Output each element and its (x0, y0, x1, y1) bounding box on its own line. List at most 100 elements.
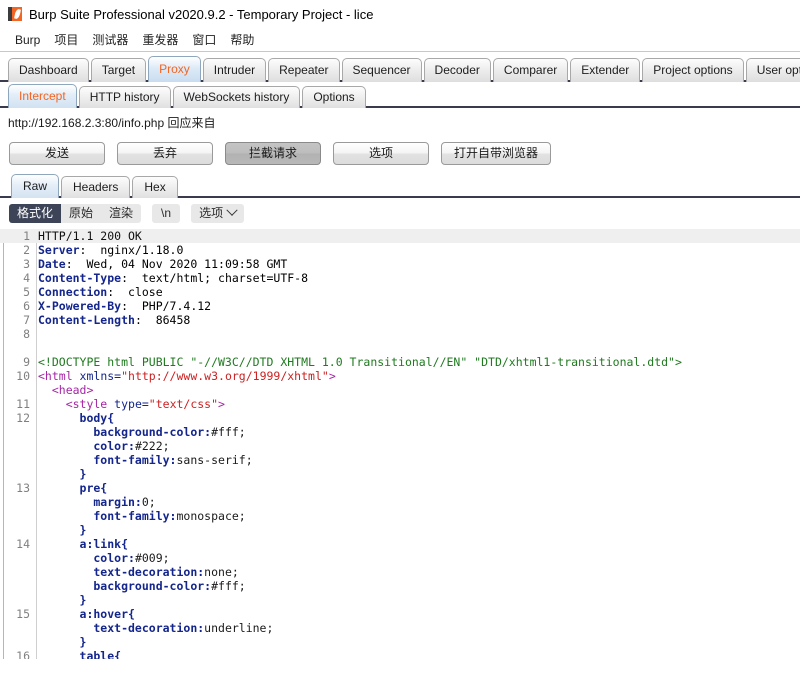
viewtab-raw[interactable]: Raw (11, 174, 60, 198)
line-number: 13 (16, 481, 30, 495)
menu-item-repeater[interactable]: 重发器 (135, 29, 185, 50)
line-number: 16 (16, 649, 30, 659)
viewtab-hex[interactable]: Hex (132, 176, 178, 198)
action-options-button[interactable]: 选项 (333, 141, 429, 165)
code-line-text: background-color:#fff; (38, 579, 246, 593)
format-raw-button[interactable]: 原始 (61, 203, 102, 223)
tab-user-options[interactable]: User options (745, 58, 800, 82)
code-line-text: Content-Length: 86458 (38, 313, 190, 327)
line-number: 11 (16, 397, 30, 411)
viewtab-headers[interactable]: Headers (61, 176, 131, 198)
code-line-text: <style type="text/css"> (38, 397, 225, 411)
title-bar: Burp Suite Professional v2020.9.2 - Temp… (0, 0, 800, 28)
code-line: margin:0; (0, 495, 800, 509)
code-line: 8 (0, 327, 800, 341)
code-line: 2 Server: nginx/1.18.0 (0, 243, 800, 257)
code-line: 7 Content-Length: 86458 (0, 313, 800, 327)
code-token: #fff; (211, 579, 246, 593)
tab-extender[interactable]: Extender (570, 58, 641, 82)
code-token: 0; (141, 495, 156, 509)
response-viewer[interactable]: 1 HTTP/1.1 200 OK 2 Server: nginx/1.18.0 3 Da… (0, 228, 800, 659)
forward-button[interactable]: 发送 (9, 141, 105, 165)
render-mode-group: 格式化 原始 渲染 (9, 203, 142, 223)
subtab-options[interactable]: Options (302, 86, 366, 108)
menu-bar: Burp 项目 测试器 重发器 窗口 帮助 (0, 28, 800, 52)
main-tab-bar: Dashboard Target Proxy Intruder Repeater… (0, 52, 800, 82)
code-token: : nginx/1.18.0 (79, 243, 184, 257)
code-line: 5 Connection: close (0, 285, 800, 299)
code-token: Date (38, 257, 66, 271)
code-token: "text/css" (148, 397, 219, 411)
format-pretty-button[interactable]: 格式化 (9, 203, 62, 223)
tab-repeater[interactable]: Repeater (268, 58, 340, 82)
code-line: 6 X-Powered-By: PHP/7.4.12 (0, 299, 800, 313)
viewer-options-dropdown[interactable]: 选项 (191, 203, 245, 223)
code-token: #009; (134, 551, 170, 565)
code-line: 15 a:hover{ (0, 607, 800, 621)
code-line: text-decoration:underline; (0, 621, 800, 635)
tab-intruder[interactable]: Intruder (202, 58, 267, 82)
menu-item-project[interactable]: 项目 (47, 29, 85, 50)
code-line: 12 body{ (0, 411, 800, 425)
code-token: #222; (134, 439, 170, 453)
response-code-body[interactable]: 1 HTTP/1.1 200 OK 2 Server: nginx/1.18.0 3 Da… (0, 229, 800, 659)
intercept-url-text: http://192.168.2.3:80/info.php 回应来自 (8, 115, 216, 130)
line-number: 8 (23, 327, 30, 341)
code-line: 10 <html xmlns="http://www.w3.org/1999/xh… (0, 369, 800, 383)
tab-comparer[interactable]: Comparer (492, 58, 569, 82)
code-line: font-family:sans-serif; (0, 453, 800, 467)
code-token: background-color: (38, 579, 212, 593)
code-token: color: (38, 551, 135, 565)
tab-decoder[interactable]: Decoder (423, 58, 491, 82)
line-number: 14 (16, 537, 30, 551)
code-token: color: (38, 439, 135, 453)
code-line: 3 Date: Wed, 04 Nov 2020 11:09:58 GMT (0, 257, 800, 271)
code-token: xmlns= (79, 369, 122, 383)
code-line-text: Server: nginx/1.18.0 (38, 243, 183, 257)
open-browser-button[interactable]: 打开自带浏览器 (441, 141, 552, 165)
code-line-text: text-decoration:underline; (38, 621, 273, 635)
code-line-text: a:hover{ (38, 607, 135, 621)
menu-item-burp[interactable]: Burp (8, 31, 47, 49)
code-token: underline; (204, 621, 274, 635)
code-token: text-decoration: (38, 621, 205, 635)
tab-target[interactable]: Target (90, 58, 147, 82)
newline-toggle-button[interactable]: \n (152, 203, 181, 223)
tab-sequencer[interactable]: Sequencer (341, 58, 422, 82)
subtab-intercept[interactable]: Intercept (8, 84, 77, 108)
tab-dashboard[interactable]: Dashboard (8, 58, 89, 82)
code-token: <head> (38, 383, 94, 397)
code-line-text: text-decoration:none; (38, 565, 238, 579)
code-line: background-color:#fff; (0, 425, 800, 439)
code-line-text: font-family:monospace; (38, 509, 245, 523)
code-line: } (0, 523, 800, 537)
line-number: 7 (23, 313, 30, 327)
line-number: 2 (23, 243, 30, 257)
subtab-http-history[interactable]: HTTP history (78, 86, 171, 108)
code-token: HTTP/1.1 200 OK (38, 229, 142, 243)
code-line: background-color:#fff; (0, 579, 800, 593)
code-line: } (0, 467, 800, 481)
tab-proxy[interactable]: Proxy (148, 56, 201, 82)
line-number: 5 (23, 285, 30, 299)
format-render-button[interactable]: 渲染 (101, 203, 142, 223)
tab-project-options[interactable]: Project options (642, 58, 744, 82)
code-line-text: HTTP/1.1 200 OK (38, 229, 142, 243)
code-line: text-decoration:none; (0, 565, 800, 579)
menu-item-intruder[interactable]: 测试器 (85, 29, 135, 50)
line-number: 6 (23, 299, 30, 313)
subtab-websockets-history[interactable]: WebSockets history (172, 86, 301, 108)
menu-item-window[interactable]: 窗口 (185, 29, 223, 50)
code-line: 1 HTTP/1.1 200 OK (0, 229, 800, 243)
drop-button[interactable]: 丢弃 (117, 141, 213, 165)
intercept-toggle-button[interactable]: 拦截请求 (225, 141, 321, 165)
code-line: } (0, 635, 800, 649)
code-line: } (0, 593, 800, 607)
line-number: 4 (23, 271, 30, 285)
code-token: > (328, 369, 336, 383)
code-line: <head> (0, 383, 800, 397)
menu-item-help[interactable]: 帮助 (223, 29, 261, 50)
code-token: <!DOCTYPE html PUBLIC "-//W3C//DTD XHTML… (38, 355, 682, 369)
code-line-text: margin:0; (38, 495, 156, 509)
